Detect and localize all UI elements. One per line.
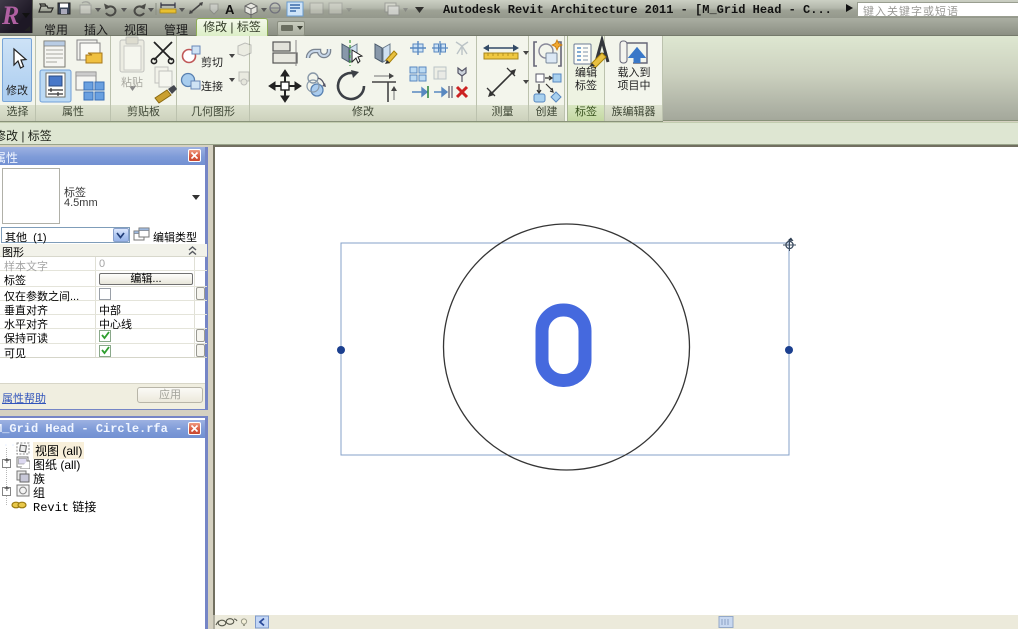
svg-text:A: A (225, 2, 235, 17)
